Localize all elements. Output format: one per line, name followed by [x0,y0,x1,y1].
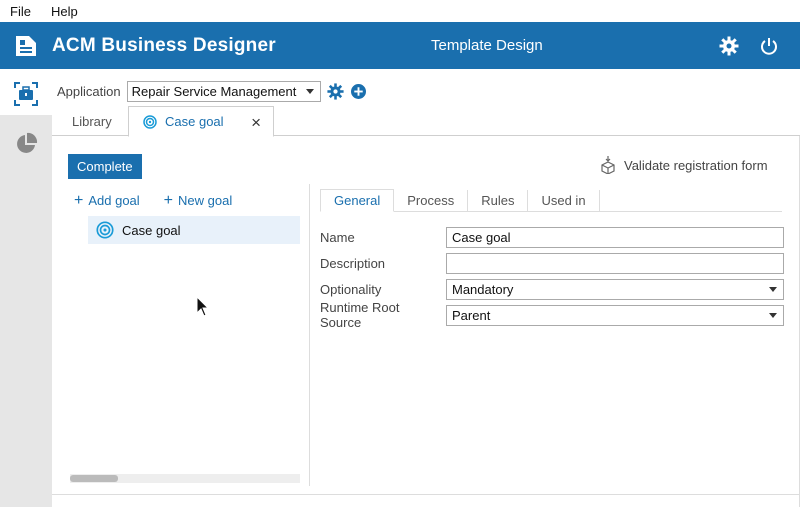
validate-registration-form-button[interactable]: Validate registration form [600,156,768,174]
description-field[interactable] [446,252,784,274]
validate-label: Validate registration form [624,157,768,173]
add-goal-button[interactable]: + Add goal [74,192,140,210]
goals-toolbar: + Add goal + New goal [74,192,256,210]
application-bar: Application Repair Service Management [57,80,366,102]
cube-icon [601,156,615,174]
runtime-root-source-label: Runtime Root Source [320,300,400,330]
scrollbar-thumb[interactable] [70,475,118,482]
menu-bar: File Help [0,0,800,22]
new-goal-button[interactable]: + New goal [164,192,233,210]
app-header: ACM Business Designer Template Design [0,22,800,69]
name-value: Case goal [452,229,511,245]
tree-item-label: Case goal [122,222,181,238]
target-icon [143,114,157,129]
rail-background [0,115,52,507]
optionality-row: Optionality Mandatory [320,278,784,300]
menu-help[interactable]: Help [51,4,78,19]
mouse-pointer-icon [196,295,210,321]
optionality-select[interactable]: Mandatory [446,278,784,300]
runtime-root-source-select[interactable]: Parent [446,304,784,326]
description-label: Description [320,255,386,271]
name-field[interactable]: Case goal [446,226,784,248]
chevron-down-icon [769,312,777,318]
tab-used-in[interactable]: Used in [528,189,600,212]
optionality-value: Mandatory [452,281,514,297]
details-pane: General Process Rules Used in Name Case … [318,184,784,486]
application-select[interactable]: Repair Service Management [126,80,321,102]
tab-case-goal-label: Case goal [165,114,224,129]
tab-general[interactable]: General [320,189,395,212]
power-icon[interactable] [758,35,780,57]
application-label: Application [57,83,121,99]
complete-button[interactable]: Complete [68,154,142,179]
app-title: ACM Business Designer [52,35,276,56]
target-icon [96,221,114,239]
left-rail [0,69,52,507]
name-label: Name [320,229,355,245]
case-briefcase-icon[interactable] [13,81,39,107]
app-logo-icon [14,34,38,58]
details-tabs: General Process Rules Used in [320,189,782,212]
tab-case-goal[interactable]: Case goal × [128,106,274,137]
tab-library[interactable]: Library [72,106,112,136]
tab-library-label: Library [72,113,112,129]
settings-gear-icon[interactable] [718,35,740,57]
document-tabs: Library Case goal × [52,106,800,137]
goals-pane: + Add goal + New goal Case goal [68,184,310,486]
close-icon[interactable]: × [251,113,261,133]
tab-process[interactable]: Process [394,189,469,212]
main-content: Complete Validate registration form + Add… [52,136,800,507]
horizontal-scrollbar[interactable] [70,474,300,483]
plus-icon: + [74,192,84,209]
tab-rules[interactable]: Rules [468,189,529,212]
name-row: Name Case goal [320,226,784,248]
tree-item-case-goal[interactable]: Case goal [88,216,300,244]
application-settings-gear-icon[interactable] [327,82,344,100]
plus-icon: + [163,192,174,209]
header-section-title: Template Design [431,37,543,54]
add-application-plus-icon[interactable] [350,83,366,99]
menu-file[interactable]: File [10,4,31,19]
runtime-root-source-row: Runtime Root Source Parent [320,300,784,330]
pie-chart-icon[interactable] [13,131,39,157]
chevron-down-icon [769,286,777,292]
runtime-root-source-value: Parent [452,307,491,323]
application-select-value: Repair Service Management [131,83,297,99]
optionality-label: Optionality [320,281,382,297]
content-bottom-border [52,494,800,495]
description-row: Description [320,252,784,274]
chevron-down-icon [305,88,314,94]
